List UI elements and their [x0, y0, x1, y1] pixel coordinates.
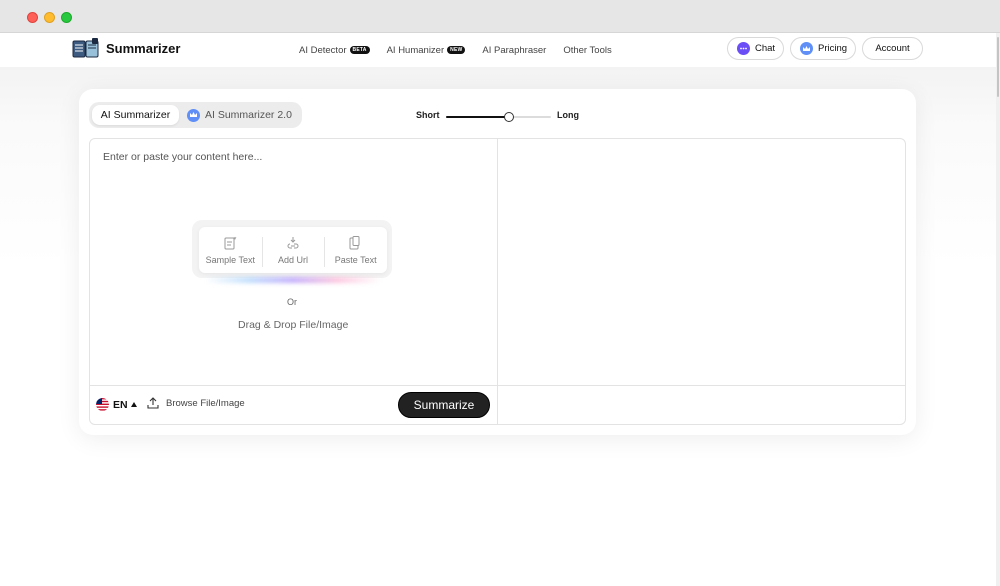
- browse-label: Browse File/Image: [166, 397, 245, 409]
- tab-label: AI Summarizer 2.0: [205, 109, 292, 121]
- nav-links: AI Detector BETA AI Humanizer NEW AI Par…: [299, 42, 629, 58]
- minimize-window-button[interactable]: [44, 12, 55, 23]
- caret-up-icon: [130, 402, 137, 407]
- summary-length-slider[interactable]: [446, 112, 551, 122]
- close-window-button[interactable]: [27, 12, 38, 23]
- nav-link-ai-paraphraser[interactable]: AI Paraphraser: [482, 45, 546, 56]
- nav-link-ai-humanizer[interactable]: AI Humanizer NEW: [387, 45, 466, 56]
- page-scrollbar[interactable]: [996, 33, 1000, 586]
- beta-badge: BETA: [349, 46, 370, 54]
- chat-button[interactable]: Chat: [727, 37, 784, 60]
- account-label: Account: [875, 43, 910, 54]
- clipboard-icon: [349, 235, 360, 249]
- input-actions: Sample Text Add Url Paste Text: [199, 227, 387, 273]
- language-code: EN: [113, 398, 128, 411]
- sample-text-icon: [224, 236, 237, 249]
- nav-link-ai-detector[interactable]: AI Detector BETA: [299, 45, 370, 56]
- book-logo-icon[interactable]: [72, 38, 100, 60]
- upload-icon: [147, 397, 159, 409]
- input-textarea[interactable]: Enter or paste your content here...: [103, 151, 262, 163]
- nav-link-other-tools[interactable]: Other Tools: [563, 45, 611, 56]
- chat-label: Chat: [755, 43, 776, 54]
- footer-divider: [90, 385, 905, 386]
- chat-bubble-icon: [737, 42, 750, 55]
- logo-text[interactable]: Summarizer: [106, 41, 180, 56]
- summarize-button[interactable]: Summarize: [398, 392, 490, 418]
- pricing-button[interactable]: Pricing: [790, 37, 856, 60]
- us-flag-icon: [96, 398, 109, 411]
- add-url-button[interactable]: Add Url: [261, 227, 325, 273]
- link-icon: [287, 236, 299, 248]
- slider-handle[interactable]: [504, 112, 514, 122]
- language-selector[interactable]: EN: [96, 398, 137, 411]
- action-label: Paste Text: [334, 254, 377, 265]
- panel-divider: [497, 139, 498, 424]
- crown-icon: [800, 42, 813, 55]
- crown-icon: [187, 108, 200, 122]
- top-navigation: Summarizer AI Detector BETA AI Humanizer…: [0, 33, 996, 67]
- account-button[interactable]: Account: [862, 37, 923, 60]
- or-separator: Or: [287, 297, 297, 307]
- length-short-label: Short: [416, 110, 440, 120]
- paste-text-button[interactable]: Paste Text: [324, 227, 387, 273]
- action-label: Sample Text: [205, 254, 256, 265]
- nav-link-label: AI Humanizer: [386, 44, 445, 56]
- tab-label: AI Summarizer: [100, 109, 171, 121]
- summarize-label: Summarize: [413, 398, 475, 412]
- sample-text-button[interactable]: Sample Text: [199, 227, 262, 273]
- new-badge: NEW: [447, 46, 466, 54]
- pricing-label: Pricing: [818, 43, 848, 54]
- window-titlebar: [0, 0, 1000, 33]
- nav-link-label: Other Tools: [563, 44, 612, 56]
- page-scrollbar-thumb[interactable]: [997, 37, 999, 97]
- tab-ai-summarizer[interactable]: AI Summarizer: [92, 105, 179, 125]
- actions-glow: [205, 277, 381, 283]
- slider-fill: [446, 116, 509, 118]
- action-label: Add Url: [278, 254, 309, 265]
- nav-link-label: AI Detector: [299, 44, 347, 56]
- tab-ai-summarizer-2[interactable]: AI Summarizer 2.0: [187, 105, 292, 125]
- drag-drop-zone[interactable]: Drag & Drop File/Image: [238, 319, 348, 331]
- length-long-label: Long: [557, 110, 579, 120]
- browse-file-button[interactable]: Browse File/Image: [147, 397, 245, 409]
- nav-link-label: AI Paraphraser: [482, 44, 547, 56]
- maximize-window-button[interactable]: [61, 12, 72, 23]
- mode-tabs: AI Summarizer AI Summarizer 2.0: [89, 102, 302, 128]
